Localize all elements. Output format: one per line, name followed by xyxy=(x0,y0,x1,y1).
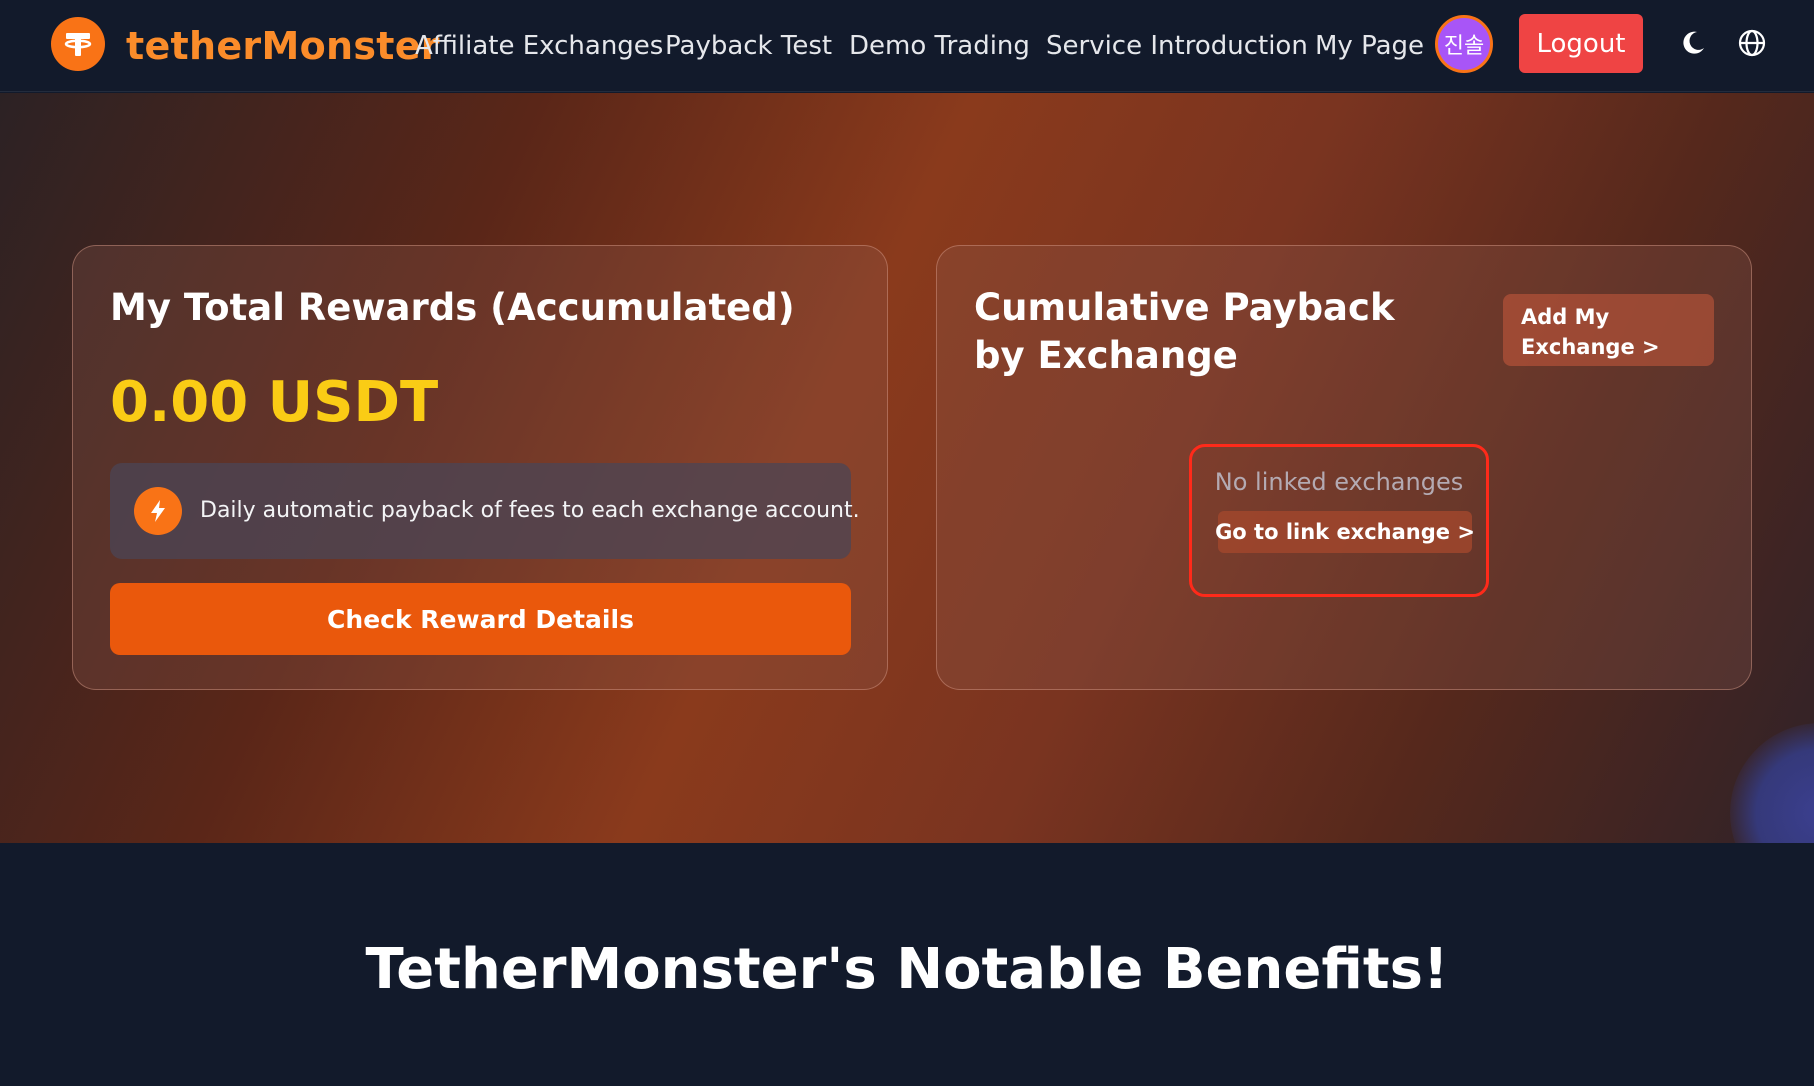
nav-service-introduction[interactable]: Service Introduction xyxy=(1046,28,1308,64)
cumulative-payback-card: Cumulative Payback by Exchange Add My Ex… xyxy=(936,245,1752,690)
brand-name[interactable]: tetherMonster xyxy=(126,22,440,70)
tether-logo-icon[interactable] xyxy=(51,17,105,71)
cumulative-payback-title: Cumulative Payback by Exchange xyxy=(974,286,1395,377)
no-linked-exchanges-text: No linked exchanges xyxy=(1214,468,1464,496)
nav-affiliate-exchanges[interactable]: Affiliate Exchanges xyxy=(415,28,663,64)
add-my-exchange-button[interactable]: Add My Exchange > xyxy=(1503,294,1714,366)
nav-payback-test[interactable]: Payback Test xyxy=(665,28,832,64)
go-to-link-exchange-button[interactable]: Go to link exchange > xyxy=(1215,511,1475,553)
benefits-heading: TetherMonster's Notable Benefits! xyxy=(365,937,1449,1002)
hero-section: My Total Rewards (Accumulated) 0.00 USDT… xyxy=(0,93,1814,843)
user-avatar[interactable]: 진솔 xyxy=(1435,15,1493,73)
check-reward-details-button[interactable]: Check Reward Details xyxy=(110,583,851,655)
total-rewards-amount: 0.00 USDT xyxy=(110,370,439,435)
no-exchanges-highlight: No linked exchanges Go to link exchange … xyxy=(1189,444,1489,597)
nav-demo-trading[interactable]: Demo Trading xyxy=(849,28,1030,64)
payback-info-box: Daily automatic payback of fees to each … xyxy=(110,463,860,559)
nav-my-page[interactable]: My Page xyxy=(1315,28,1424,64)
top-navbar: tetherMonster Affiliate Exchanges Paybac… xyxy=(0,0,1814,92)
logout-button[interactable]: Logout xyxy=(1519,14,1643,73)
total-rewards-card: My Total Rewards (Accumulated) 0.00 USDT… xyxy=(72,245,888,690)
total-rewards-title: My Total Rewards (Accumulated) xyxy=(110,286,795,329)
globe-icon[interactable] xyxy=(1735,26,1769,60)
payback-info-text: Daily automatic payback of fees to each … xyxy=(200,498,860,523)
moon-icon[interactable] xyxy=(1676,26,1710,60)
decorative-blob xyxy=(1730,723,1814,843)
lightning-icon xyxy=(134,487,182,535)
